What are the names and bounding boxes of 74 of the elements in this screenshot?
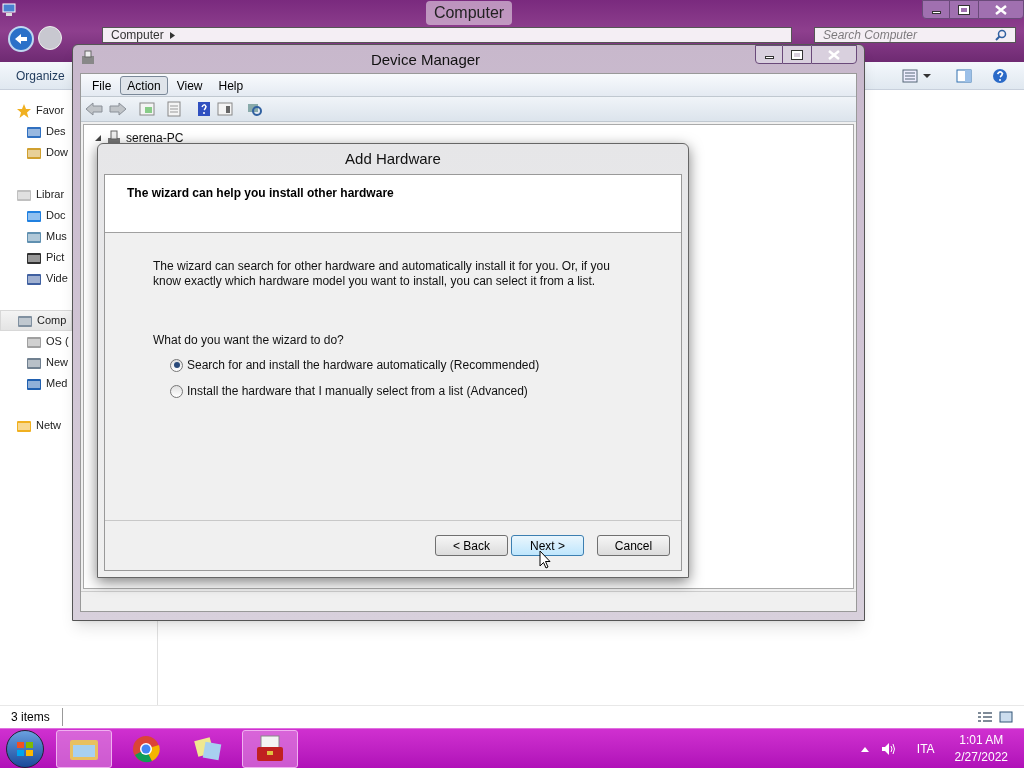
action-pane-icon[interactable]	[217, 102, 233, 116]
search-field[interactable]: Search Computer	[814, 27, 1016, 43]
help-icon[interactable]	[197, 101, 211, 117]
windows-logo-icon	[16, 740, 34, 757]
speaker-icon[interactable]	[880, 741, 897, 756]
search-input[interactable]: Search Computer	[823, 26, 995, 44]
tiles-view-icon[interactable]	[999, 711, 1013, 723]
dialog-button[interactable]: Next >	[511, 535, 584, 556]
sidebar-item[interactable]: Librar	[0, 184, 72, 205]
menu-item[interactable]: Help	[211, 75, 251, 95]
sidebar-item[interactable]: Favor	[0, 100, 72, 121]
close-icon	[828, 49, 840, 60]
radio-option[interactable]: Search for and install the hardware automatically (Recommended)	[170, 356, 621, 374]
details-view-icon[interactable]	[977, 711, 993, 723]
radio-button[interactable]	[170, 358, 183, 372]
taskbar-button[interactable]	[56, 729, 112, 768]
radio-button[interactable]	[170, 384, 183, 398]
intro-text: The wizard can search for other hardware and automatically install it for you. Or, if you know exactly which hardware model you want to install, you can select it from a list.	[153, 259, 611, 289]
back-arrow-icon	[14, 33, 28, 45]
sidebar-item[interactable]: Pict	[0, 247, 72, 268]
menu-item[interactable]: Action	[120, 75, 168, 95]
sidebar-item[interactable]: Dow	[0, 142, 72, 163]
menu-item[interactable]: View	[169, 75, 210, 95]
close-icon	[995, 4, 1007, 15]
dialog-title: Add Hardware	[345, 148, 441, 169]
sticky-notes-icon	[193, 735, 223, 762]
clock-time: 1:01 AM	[959, 731, 1004, 749]
organize-button[interactable]: Organize	[16, 66, 65, 85]
sidebar-item[interactable]: Netw	[0, 415, 72, 436]
sidebar-item[interactable]: Med	[0, 373, 72, 394]
clock-date: 2/27/2022	[954, 748, 1008, 766]
show-hidden-icons-icon[interactable]	[860, 745, 869, 752]
dialog-button[interactable]: Cancel	[597, 535, 670, 556]
sidebar-item[interactable]: Des	[0, 121, 72, 142]
tree-node[interactable]: serena-PC	[126, 129, 184, 147]
sidebar-item[interactable]: Comp	[0, 310, 72, 331]
window-title: Device Manager	[370, 50, 481, 70]
window-title: Computer	[425, 1, 513, 25]
help-icon[interactable]	[992, 67, 1008, 84]
maximize-button[interactable]	[783, 45, 811, 64]
browser-icon	[132, 734, 160, 763]
wizard-heading: The wizard can help you install other hardware	[127, 186, 394, 200]
dialog-button[interactable]: < Back	[435, 535, 508, 556]
taskbar-button[interactable]	[242, 729, 298, 768]
maximize-button[interactable]	[950, 0, 978, 19]
question-text: What do you want the wizard to do?	[153, 332, 345, 349]
sidebar-item[interactable]: Doc	[0, 205, 72, 226]
close-button[interactable]	[811, 45, 857, 64]
tree-toggle-icon[interactable]	[94, 134, 102, 142]
forward-button[interactable]	[38, 26, 62, 50]
clock[interactable]: 1:01 AM 2/27/2022	[954, 731, 1008, 766]
toolbox-icon	[255, 734, 285, 763]
mouse-cursor-icon	[539, 550, 551, 569]
device-manager-icon	[80, 50, 96, 66]
sidebar-item[interactable]: OS (	[0, 331, 72, 352]
language-indicator[interactable]: ITA	[916, 739, 935, 758]
chevron-icon[interactable]	[169, 31, 175, 39]
back-button[interactable]	[8, 26, 34, 52]
view-icon[interactable]	[902, 68, 932, 83]
item-count: 3 items	[11, 708, 63, 726]
close-button[interactable]	[978, 0, 1024, 19]
search-icon	[995, 29, 1007, 41]
star-icon	[16, 102, 32, 119]
sidebar-item[interactable]: Mus	[0, 226, 72, 247]
menu-item[interactable]: File	[85, 75, 119, 95]
start-button[interactable]	[6, 729, 44, 768]
computer-icon	[2, 3, 16, 17]
scan-hardware-icon[interactable]	[247, 101, 263, 117]
radio-option[interactable]: Install the hardware that I manually select from a list (Advanced)	[170, 382, 621, 400]
minimize-button[interactable]	[755, 45, 783, 64]
sidebar-item[interactable]: New	[0, 352, 72, 373]
breadcrumb[interactable]: Computer	[111, 28, 164, 42]
sidebar-item[interactable]: Vide	[0, 268, 72, 289]
address-bar[interactable]: Computer	[102, 27, 792, 43]
